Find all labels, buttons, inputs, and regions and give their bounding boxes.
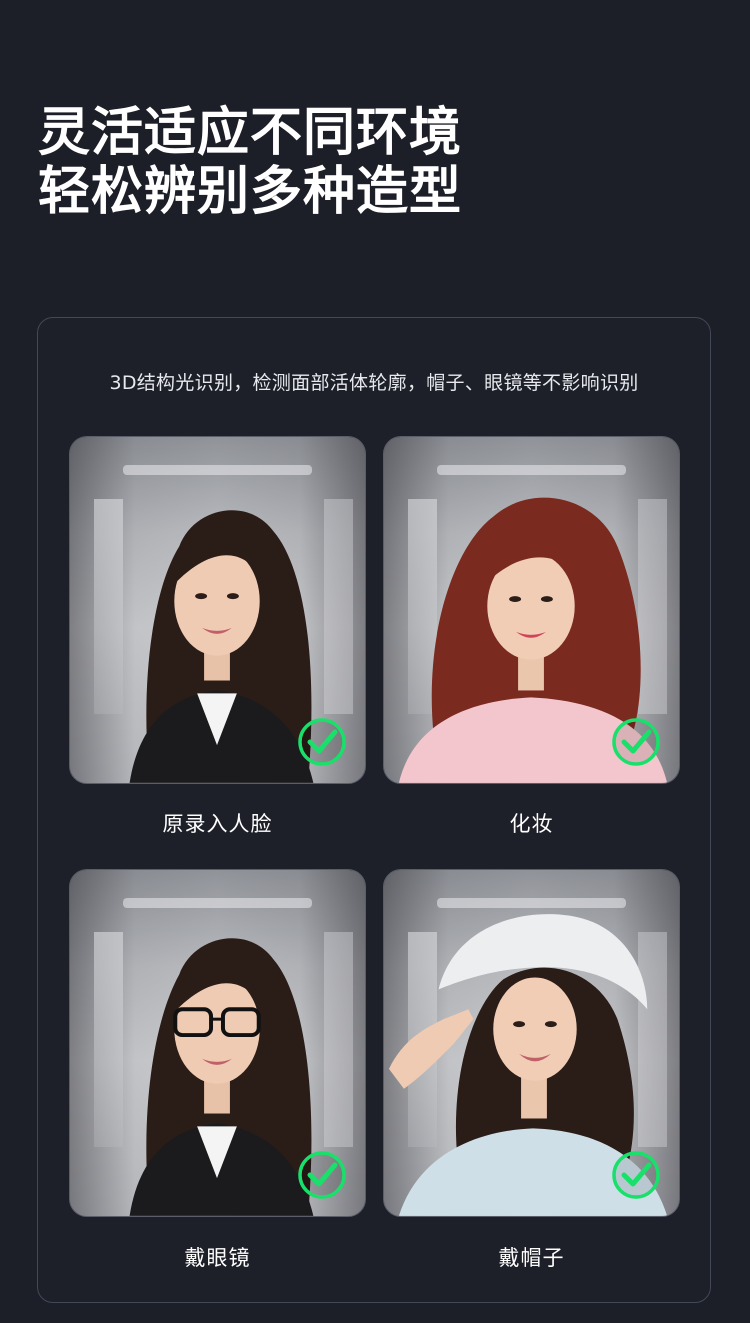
photo-card-hat [383, 869, 680, 1217]
check-circle-icon [612, 1151, 660, 1199]
check-circle-icon [612, 718, 660, 766]
caption-makeup: 化妆 [509, 812, 554, 836]
feature-description: 3D结构光识别，检测面部活体轮廓，帽子、眼镜等不影响识别 [109, 372, 639, 394]
photo-card-original-face [69, 436, 366, 784]
photo-card-makeup [383, 436, 680, 784]
check-circle-icon [298, 718, 346, 766]
caption-hat: 戴帽子 [498, 1246, 565, 1270]
caption-glasses: 戴眼镜 [184, 1246, 251, 1270]
page-headline: 灵活适应不同环境 轻松辨别多种造型 [38, 104, 462, 222]
headline-line-2: 轻松辨别多种造型 [38, 162, 463, 222]
photo-card-glasses [69, 869, 366, 1217]
check-circle-icon [298, 1151, 346, 1199]
headline-line-1: 灵活适应不同环境 [38, 103, 463, 163]
caption-original-face: 原录入人脸 [162, 812, 273, 836]
feature-panel: 3D结构光识别，检测面部活体轮廓，帽子、眼镜等不影响识别 原录入人脸 化妆 戴眼… [37, 317, 711, 1303]
